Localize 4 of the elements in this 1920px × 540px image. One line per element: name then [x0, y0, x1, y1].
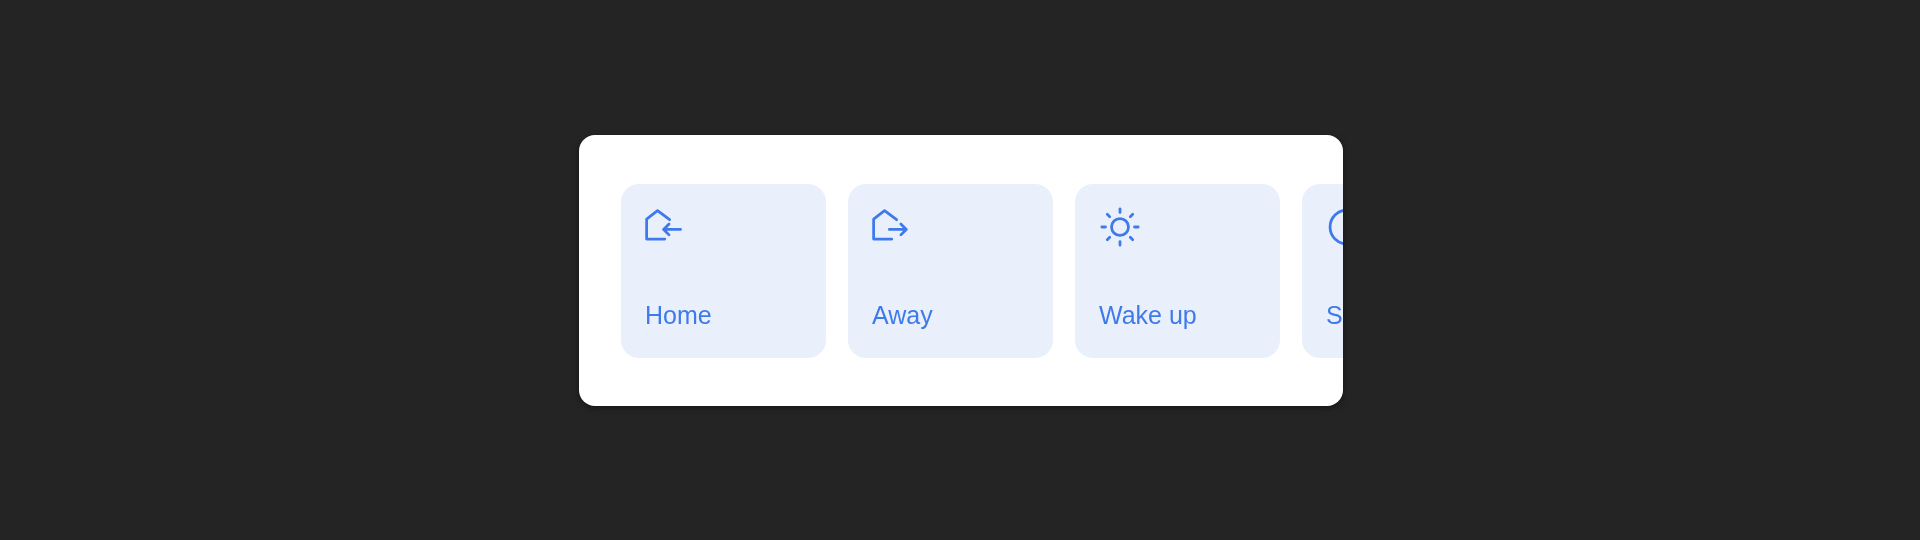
scene-tile[interactable]: Home [621, 183, 826, 358]
scene-tile[interactable]: S [1302, 183, 1343, 358]
scene-tile[interactable]: Away [848, 183, 1053, 358]
scene-tile[interactable]: Wake up [1075, 183, 1280, 358]
